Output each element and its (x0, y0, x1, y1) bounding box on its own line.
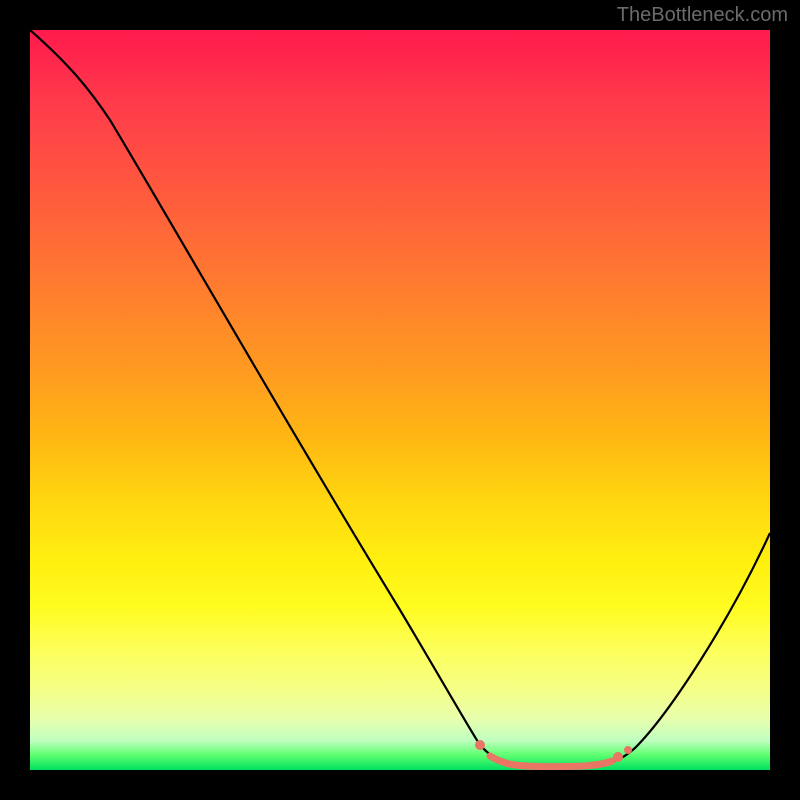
valley-start-dot (475, 740, 485, 750)
bottleneck-curve-line (30, 30, 770, 767)
valley-highlight-segment (490, 756, 612, 767)
plot-area (30, 30, 770, 770)
chart-svg (30, 30, 770, 770)
valley-trail-dot (624, 746, 632, 754)
watermark-text: TheBottleneck.com (617, 4, 788, 27)
valley-end-dot (613, 752, 623, 762)
